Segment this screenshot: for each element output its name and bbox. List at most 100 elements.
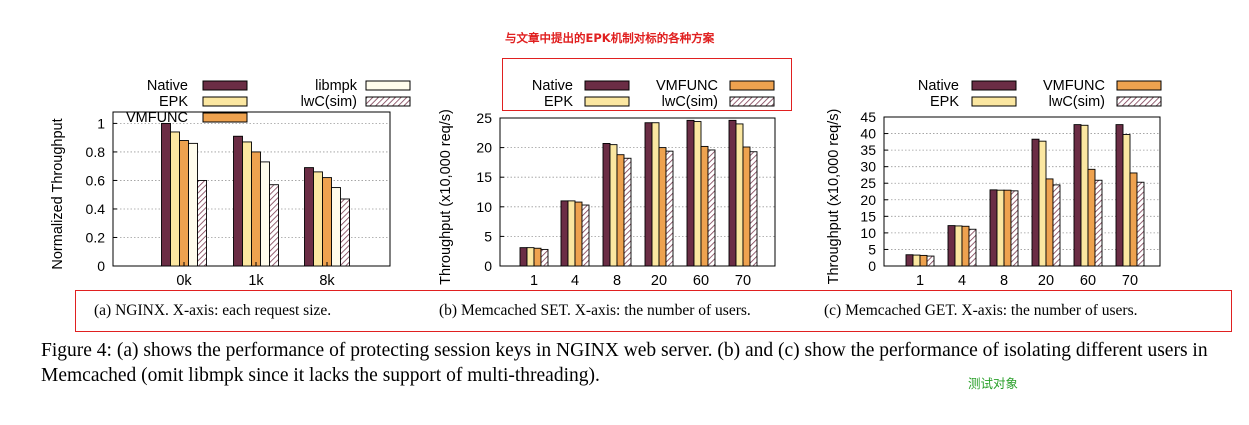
bar-epk-8 [996, 189, 1005, 267]
bar-native-60 [1073, 124, 1082, 267]
legend-swatch-native [202, 80, 248, 91]
bar-native-1k [233, 135, 243, 267]
y-tick-label: 20 [860, 192, 876, 208]
bar-lwc-sim-20 [665, 150, 674, 267]
bar-vmfunc-1 [533, 247, 542, 267]
bar-vmfunc-70 [742, 146, 751, 267]
bar-native-8 [989, 189, 998, 267]
legend-swatch-libmpk [365, 80, 411, 91]
bar-lwc-sim-70 [1136, 181, 1145, 267]
bar-epk-70 [735, 123, 744, 267]
bar-epk-8 [609, 144, 618, 267]
bar-vmfunc-60 [1087, 168, 1096, 267]
y-axis-label: Throughput (x10,000 req/s) [438, 109, 454, 285]
y-tick-label: 45 [860, 109, 876, 125]
bar-epk-4 [567, 200, 576, 267]
x-tick-label: 8k [319, 273, 335, 289]
bar-lwc-sim-1k [269, 184, 279, 267]
bar-native-4 [947, 225, 956, 267]
y-tick-label: 0 [868, 258, 876, 274]
bar-epk-60 [693, 121, 702, 267]
nginx-chart: 0 0.2 0.4 0.6 0.8 1 Normalized Throughput 0k 1k 8… [50, 78, 411, 289]
bar-lwc-sim-1 [540, 248, 549, 267]
legend-label-epk: EPK [930, 94, 959, 110]
bar-vmfunc-8 [1003, 189, 1012, 267]
bar-vmfunc-8k [322, 177, 332, 267]
bar-vmfunc-20 [658, 147, 667, 267]
bar-libmpk-1k [260, 161, 270, 267]
bar-lwc-sim-60 [1094, 179, 1103, 267]
y-tick-label: 20 [476, 140, 492, 156]
bar-epk-20 [651, 122, 660, 267]
legend-label-vmfunc: VMFUNC [126, 110, 188, 126]
legend-label-native: Native [147, 78, 188, 94]
bar-lwc-sim-1 [926, 255, 935, 267]
x-tick-label: 1 [916, 273, 924, 289]
y-tick-label: 0 [97, 258, 105, 274]
bar-epk-60 [1080, 124, 1089, 267]
bar-vmfunc-8 [616, 154, 625, 267]
y-axis-label: Normalized Throughput [50, 118, 66, 269]
y-tick-label: 15 [476, 169, 492, 185]
y-tick-label: 0.6 [86, 172, 106, 188]
bar-epk-1k [242, 141, 252, 267]
legend-swatch-vmfunc [1116, 80, 1162, 91]
bar-vmfunc-70 [1129, 172, 1138, 267]
y-tick-label: 40 [860, 126, 876, 142]
x-tick-label: 8 [613, 273, 621, 289]
bar-lwc-sim-8 [623, 157, 632, 267]
annotation-test-subject: 测试对象 [968, 376, 1019, 391]
bar-native-4 [560, 200, 569, 267]
bar-vmfunc-4 [961, 225, 970, 267]
bar-libmpk-0k [188, 142, 198, 267]
x-tick-label: 60 [1080, 273, 1096, 289]
figure-caption: Figure 4: (a) shows the performance of p… [41, 340, 1208, 386]
bar-native-8 [602, 143, 611, 267]
x-tick-label: 0k [176, 273, 192, 289]
bar-vmfunc-0k [179, 140, 189, 267]
annotation-competing-schemes: 与文章中提出的EPK机制对标的各种方案 [505, 31, 715, 45]
legend-swatch-epk [971, 96, 1017, 107]
x-tick-label: 8 [1000, 273, 1008, 289]
legend-label-lwc-sim: lwC(sim) [1049, 94, 1105, 110]
legend-label-native: Native [918, 78, 959, 94]
bar-native-60 [686, 119, 695, 267]
bar-epk-70 [1122, 134, 1131, 267]
legend-swatch-vmfunc [202, 112, 248, 123]
legend-swatch-lwc-sim [365, 96, 411, 107]
bar-lwc-sim-8 [1010, 190, 1019, 267]
bar-epk-1 [526, 247, 535, 267]
x-tick-label: 4 [571, 273, 579, 289]
y-tick-label: 1 [97, 115, 105, 131]
y-axis-label: Throughput (x10,000 req/s) [826, 109, 842, 285]
y-tick-label: 0 [484, 258, 492, 274]
bar-lwc-sim-60 [707, 149, 716, 267]
legend-label-vmfunc: VMFUNC [1043, 78, 1105, 94]
x-tick-label: 1k [248, 273, 264, 289]
y-tick-label: 10 [476, 199, 492, 215]
legend-label-epk: EPK [159, 94, 188, 110]
x-tick-label: 20 [651, 273, 667, 289]
bar-vmfunc-60 [700, 145, 709, 267]
bar-vmfunc-4 [574, 201, 583, 267]
x-tick-label: 4 [958, 273, 966, 289]
y-tick-label: 15 [860, 208, 876, 224]
bar-native-20 [1031, 138, 1040, 267]
memcached-get-chart: 051015202530354045Throughput (x10,000 re… [826, 78, 1162, 289]
bar-lwc-sim-0k [197, 179, 207, 267]
y-tick-label: 5 [484, 228, 492, 244]
bar-vmfunc-20 [1045, 178, 1054, 267]
bar-native-8k [304, 167, 314, 267]
x-tick-label: 60 [693, 273, 709, 289]
y-tick-label: 30 [860, 159, 876, 175]
y-tick-label: 0.2 [86, 229, 106, 245]
bar-vmfunc-1 [919, 254, 928, 267]
bar-libmpk-8k [331, 187, 341, 267]
x-tick-label: 70 [1122, 273, 1138, 289]
legend-label-lwc-sim: lwC(sim) [301, 94, 357, 110]
bar-lwc-sim-20 [1052, 184, 1061, 267]
bar-epk-8k [313, 171, 323, 267]
bar-epk-20 [1038, 140, 1047, 267]
bar-lwc-sim-70 [749, 151, 758, 267]
y-tick-label: 25 [860, 175, 876, 191]
